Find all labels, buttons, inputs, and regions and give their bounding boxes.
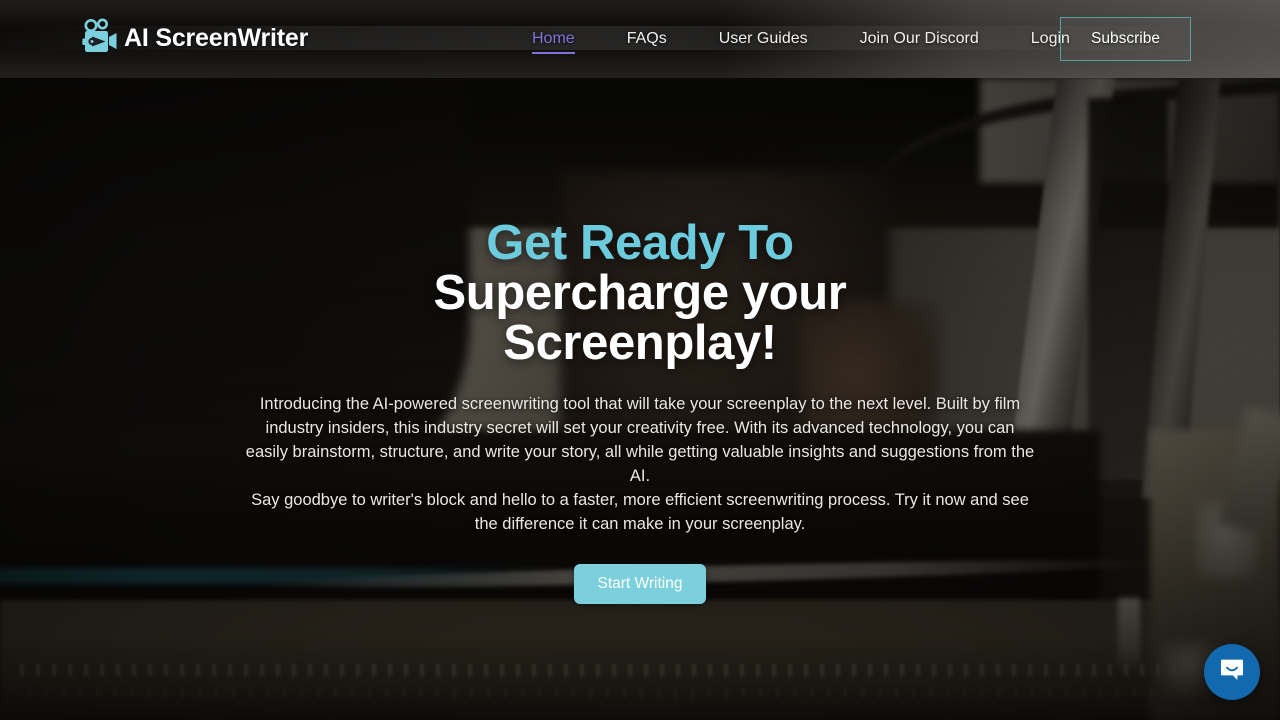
brand-name: AI ScreenWriter	[124, 23, 309, 52]
nav-item-user-guides[interactable]: User Guides	[693, 0, 834, 78]
landing-page: AI ScreenWriter Home FAQs User Guides Jo…	[0, 0, 1280, 720]
chat-bubble-smile-icon	[1219, 657, 1245, 688]
nav-item-faqs[interactable]: FAQs	[601, 0, 693, 78]
site-header: AI ScreenWriter Home FAQs User Guides Jo…	[0, 0, 1280, 78]
start-writing-button[interactable]: Start Writing	[574, 564, 706, 604]
page-title: Get Ready To Supercharge your Screenplay…	[110, 218, 1170, 368]
movie-camera-icon	[80, 18, 118, 58]
cta-container: Start Writing	[110, 564, 1170, 604]
subscribe-button[interactable]: Subscribe	[1060, 17, 1191, 61]
main-navigation: Home FAQs User Guides Join Our Discord L…	[520, 0, 1096, 78]
headline-line-3: Screenplay!	[503, 316, 777, 370]
headline-line-2: Supercharge your	[433, 266, 847, 320]
hero-paragraph-2: Say goodbye to writer's block and hello …	[251, 491, 1029, 533]
hero-paragraph-1: Introducing the AI-powered screenwriting…	[245, 395, 1035, 485]
chat-launcher-button[interactable]	[1204, 644, 1260, 700]
brand-logo[interactable]: AI ScreenWriter	[80, 18, 308, 58]
hero-section: Get Ready To Supercharge your Screenplay…	[0, 78, 1280, 720]
hero-description: Introducing the AI-powered screenwriting…	[245, 392, 1035, 536]
nav-item-join-discord[interactable]: Join Our Discord	[834, 0, 1005, 78]
headline-accent-line: Get Ready To	[486, 216, 794, 270]
nav-item-home[interactable]: Home	[520, 0, 601, 78]
